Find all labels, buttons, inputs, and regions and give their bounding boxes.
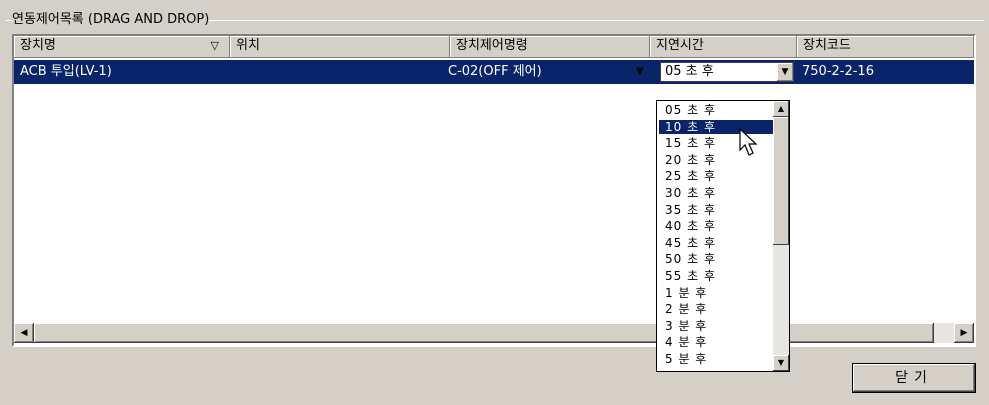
column-label: 장치제어명령: [456, 38, 528, 53]
command-dropdown-arrow-icon[interactable]: ▼: [636, 60, 644, 84]
cell-device-name: ACB 투입(LV-1): [20, 64, 112, 79]
dropdown-option[interactable]: 25 초 후: [659, 169, 773, 183]
delay-combobox[interactable]: 05 초 후 ▼: [660, 62, 794, 82]
scroll-down-icon[interactable]: ▼: [773, 355, 789, 371]
scroll-right-icon[interactable]: ▶: [954, 323, 974, 343]
vertical-scroll-thumb[interactable]: [773, 117, 789, 245]
column-header-command[interactable]: 장치제어명령: [450, 36, 650, 58]
dropdown-option[interactable]: 05 초 후: [659, 103, 773, 117]
dropdown-option[interactable]: 5 분 후: [659, 352, 773, 366]
list-header: 장치명 ▽ 위치 장치제어명령 지연시간 장치코드: [14, 36, 974, 58]
group-title: 연동제어목록 (DRAG AND DROP): [12, 10, 210, 30]
table-row[interactable]: ACB 투입(LV-1) C-02(OFF 제어) ▼ 750-2-2-16: [14, 60, 974, 84]
dropdown-option[interactable]: 35 초 후: [659, 203, 773, 217]
horizontal-scrollbar[interactable]: ◀ ▶: [14, 323, 974, 343]
dropdown-option[interactable]: 30 초 후: [659, 186, 773, 200]
cell-command: C-02(OFF 제어): [448, 64, 542, 79]
dropdown-option[interactable]: 2 분 후: [659, 302, 773, 316]
dropdown-option[interactable]: 3 분 후: [659, 319, 773, 333]
horizontal-scroll-thumb[interactable]: [34, 323, 934, 343]
cell-device-code: 750-2-2-16: [802, 64, 874, 79]
dropdown-option[interactable]: 1 분 후: [659, 286, 773, 300]
column-label: 위치: [236, 38, 260, 53]
scroll-left-icon[interactable]: ◀: [14, 323, 34, 343]
delay-dropdown-list[interactable]: 05 초 후 10 초 후 15 초 후 20 초 후 25 초 후 30 초 후 35 초…: [656, 100, 790, 372]
column-header-delay[interactable]: 지연시간: [650, 36, 797, 58]
column-label: 지연시간: [656, 38, 704, 53]
dropdown-option[interactable]: 50 초 후: [659, 252, 773, 266]
dropdown-option[interactable]: 40 초 후: [659, 219, 773, 233]
close-button[interactable]: 닫기: [852, 363, 976, 393]
column-header-location[interactable]: 위치: [230, 36, 450, 58]
column-header-device-code[interactable]: 장치코드: [797, 36, 974, 58]
linked-control-list[interactable]: 장치명 ▽ 위치 장치제어명령 지연시간 장치코드 ACB 투입(LV-1) C…: [12, 34, 976, 347]
dropdown-option[interactable]: 55 초 후: [659, 269, 773, 283]
scroll-up-icon[interactable]: ▲: [773, 101, 789, 117]
dropdown-option[interactable]: 45 초 후: [659, 236, 773, 250]
chevron-down-icon[interactable]: ▼: [776, 63, 793, 81]
delay-combobox-value: 05 초 후: [665, 64, 714, 79]
vertical-scrollbar[interactable]: ▲ ▼: [773, 101, 789, 371]
column-label: 장치명: [20, 38, 56, 53]
column-label: 장치코드: [803, 38, 851, 53]
column-header-device-name[interactable]: 장치명 ▽: [14, 36, 230, 58]
mouse-cursor-icon: [739, 128, 758, 156]
dropdown-option[interactable]: 4 분 후: [659, 335, 773, 349]
sort-down-icon: ▽: [210, 39, 219, 52]
